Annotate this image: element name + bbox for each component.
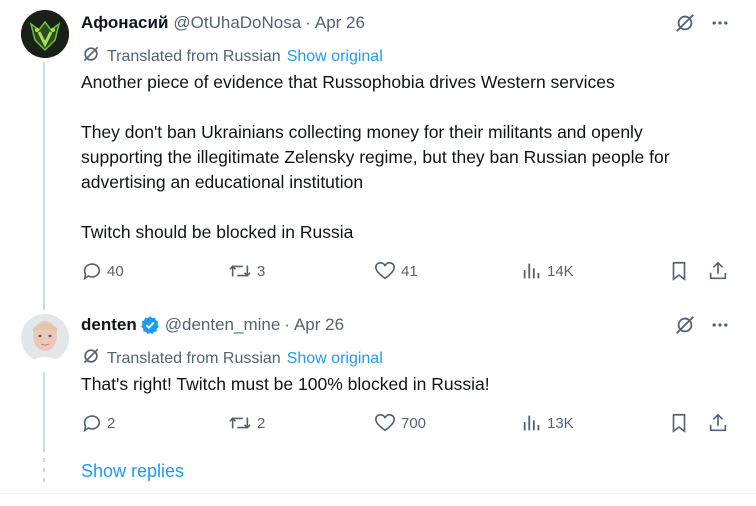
- user-handle[interactable]: @OtUhaDoNosa: [173, 13, 301, 33]
- translated-label: Translated from Russian: [107, 47, 281, 65]
- bookmark-icon: [672, 413, 686, 433]
- translated-label: Translated from Russian: [107, 349, 281, 367]
- share-icon: [709, 261, 727, 280]
- avatar-image: [21, 314, 69, 362]
- divider: [0, 493, 756, 494]
- reply-icon: [83, 415, 101, 433]
- display-name[interactable]: Афонасий: [81, 13, 168, 33]
- tweet-date[interactable]: Apr 26: [315, 13, 365, 33]
- reply-count: 40: [107, 262, 124, 280]
- tweet-actions: 2 2 700 13K: [81, 412, 731, 436]
- grok-icon[interactable]: [674, 12, 696, 34]
- tweet-text: Another piece of evidence that Russophob…: [81, 70, 721, 245]
- translate-icon: [81, 44, 101, 69]
- like-button[interactable]: 700: [373, 412, 426, 434]
- separator-dot: ·: [305, 13, 311, 32]
- thread-line: [43, 372, 45, 452]
- translate-icon: [81, 346, 101, 371]
- more-icon[interactable]: [710, 315, 730, 335]
- user-handle[interactable]: @denten_mine: [165, 315, 281, 335]
- views-button[interactable]: 14K: [521, 260, 574, 282]
- thread-line: [43, 62, 45, 302]
- tweet-2[interactable]: denten @denten_mine · Apr 26 Translated …: [0, 302, 756, 452]
- tweet-paragraph: They don't ban Ukrainians collecting mon…: [81, 122, 670, 192]
- tweet-1[interactable]: Афонасий @OtUhaDoNosa · Apr 26 Translate…: [0, 0, 756, 302]
- repost-count: 3: [257, 262, 266, 280]
- thread-dots: [43, 458, 45, 482]
- tweet-date[interactable]: Apr 26: [294, 315, 344, 335]
- views-icon: [523, 263, 540, 279]
- reply-count: 2: [107, 414, 116, 432]
- reply-button[interactable]: 2: [81, 412, 115, 434]
- tweet-actions: 40 3 41 14K: [81, 260, 731, 284]
- share-button[interactable]: [707, 260, 729, 282]
- avatar-image: [21, 10, 69, 58]
- bookmark-button[interactable]: [668, 412, 690, 434]
- bookmark-button[interactable]: [668, 260, 690, 282]
- views-icon: [523, 415, 540, 431]
- show-replies-link[interactable]: Show replies: [81, 461, 184, 482]
- repost-icon: [229, 265, 251, 277]
- repost-button[interactable]: 2: [227, 412, 265, 434]
- show-original-link[interactable]: Show original: [287, 48, 383, 66]
- repost-icon: [229, 417, 251, 429]
- views-button[interactable]: 13K: [521, 412, 574, 434]
- verified-badge-icon: [140, 315, 160, 335]
- tweet-header: denten @denten_mine · Apr 26: [81, 314, 344, 336]
- display-name[interactable]: denten: [81, 315, 137, 335]
- bookmark-icon: [672, 261, 686, 281]
- show-original-link[interactable]: Show original: [287, 350, 383, 368]
- views-count: 13K: [547, 414, 574, 432]
- thread-line: [43, 302, 45, 310]
- reply-icon: [83, 263, 101, 281]
- tweet-paragraph: Another piece of evidence that Russophob…: [81, 72, 615, 92]
- like-icon: [375, 413, 395, 432]
- tweet-header: Афонасий @OtUhaDoNosa · Apr 26: [81, 12, 365, 34]
- translation-bar: Translated from Russian Show original: [81, 346, 383, 371]
- share-icon: [709, 413, 727, 432]
- reply-button[interactable]: 40: [81, 260, 124, 282]
- like-button[interactable]: 41: [373, 260, 418, 282]
- tweet-top-icons: [674, 12, 730, 34]
- like-count: 41: [401, 262, 418, 280]
- tweet-text: That's right! Twitch must be 100% blocke…: [81, 372, 721, 397]
- avatar[interactable]: [21, 10, 69, 58]
- grok-icon[interactable]: [674, 314, 696, 336]
- avatar[interactable]: [21, 314, 69, 362]
- views-count: 14K: [547, 262, 574, 280]
- tweet-paragraph: Twitch should be blocked in Russia: [81, 222, 354, 242]
- repost-button[interactable]: 3: [227, 260, 265, 282]
- translation-bar: Translated from Russian Show original: [81, 44, 383, 69]
- like-icon: [375, 261, 395, 280]
- tweet-paragraph: That's right! Twitch must be 100% blocke…: [81, 374, 490, 394]
- separator-dot: ·: [284, 315, 290, 334]
- tweet-top-icons: [674, 314, 730, 336]
- share-button[interactable]: [707, 412, 729, 434]
- more-icon[interactable]: [710, 13, 730, 33]
- repost-count: 2: [257, 414, 266, 432]
- like-count: 700: [401, 414, 427, 432]
